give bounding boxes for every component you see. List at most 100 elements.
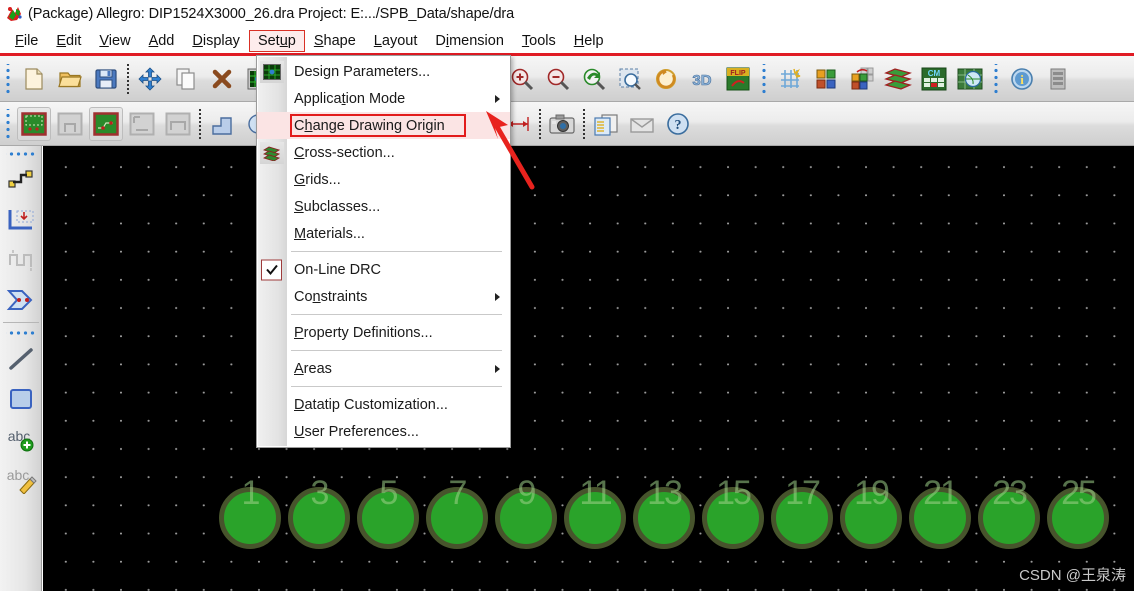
menu-item-datatip-customization[interactable]: Datatip Customization...	[257, 391, 510, 418]
shape-delete-icon[interactable]	[161, 107, 195, 141]
shape-edit-icon[interactable]	[89, 106, 123, 141]
move-icon[interactable]	[133, 62, 167, 96]
new-file-icon[interactable]	[17, 62, 51, 96]
info-icon[interactable]: i	[1005, 62, 1039, 96]
pad-label: 1	[241, 474, 261, 512]
properties-icon[interactable]	[1041, 62, 1075, 96]
shape-polygon-icon[interactable]	[205, 107, 239, 141]
menu-display[interactable]: Display	[183, 30, 249, 52]
pad-label: 21	[923, 474, 959, 512]
zoom-previous-icon[interactable]	[577, 62, 611, 96]
pad-19[interactable]: 19	[840, 476, 902, 549]
menu-item-subclasses[interactable]: Subclasses...	[257, 193, 510, 220]
design-canvas[interactable]: 1 3 5 7 9 11 13 15 17 19 21 23 25 CSDN @王泉涛	[43, 146, 1134, 591]
pad-13[interactable]: 13	[633, 476, 695, 549]
application-window: (Package) Allegro: DIP1524X3000_26.dra P…	[0, 0, 1134, 591]
3d-view-icon[interactable]: 3D	[685, 62, 719, 96]
pad-7[interactable]: 7	[426, 476, 488, 549]
checkmark-icon[interactable]	[261, 259, 282, 280]
pad-21[interactable]: 21	[909, 476, 971, 549]
menu-item-application-mode[interactable]: Application Mode	[257, 85, 510, 112]
pad-label: 11	[579, 474, 612, 512]
add-line-icon[interactable]	[3, 339, 39, 379]
pad-25[interactable]: 25	[1047, 476, 1109, 549]
open-folder-icon[interactable]	[53, 62, 87, 96]
menu-item-on-line-drc[interactable]: On-Line DRC	[257, 256, 510, 283]
menu-tools[interactable]: Tools	[513, 30, 565, 52]
pad-3[interactable]: 3	[288, 476, 350, 549]
menu-add[interactable]: Add	[140, 30, 184, 52]
cross-section-icon	[260, 141, 284, 164]
left-tool-palette: abc abc	[0, 146, 42, 591]
toolbar-grip[interactable]	[3, 63, 13, 94]
pad-label: 19	[854, 474, 890, 512]
toolbar-grip-3[interactable]	[991, 63, 1001, 94]
menu-file[interactable]: File	[6, 30, 47, 52]
menu-item-cross-section[interactable]: Cross-section...	[257, 139, 510, 166]
edit-vertex-icon[interactable]	[3, 200, 39, 240]
pad-23[interactable]: 23	[978, 476, 1040, 549]
custom-smooth-icon[interactable]	[3, 280, 39, 320]
menu-item-design-parameters[interactable]: Design Parameters...	[257, 58, 510, 85]
grid-toggle-icon[interactable]	[773, 62, 807, 96]
help-icon[interactable]: ?	[661, 107, 695, 141]
save-icon[interactable]	[89, 62, 123, 96]
delay-tune-icon[interactable]	[3, 240, 39, 280]
mail-icon[interactable]	[625, 107, 659, 141]
layer-manager-icon[interactable]	[845, 62, 879, 96]
menu-separator	[291, 350, 502, 351]
menu-setup[interactable]: Setup	[248, 30, 305, 52]
menu-item-areas[interactable]: Areas	[257, 355, 510, 382]
menu-item-label: On-Line DRC	[294, 261, 382, 278]
pad-1[interactable]: 1	[219, 476, 281, 549]
menu-view[interactable]: View	[90, 30, 139, 52]
menu-item-constraints[interactable]: Constraints	[257, 283, 510, 310]
submenu-arrow-icon	[495, 94, 500, 103]
copy-icon[interactable]	[169, 62, 203, 96]
shape-select-icon[interactable]	[53, 107, 87, 141]
allegro-app-icon	[4, 4, 24, 24]
edit-text-icon[interactable]: abc	[3, 459, 39, 499]
toolbar2-grip[interactable]	[3, 108, 13, 139]
zoom-out-icon[interactable]	[541, 62, 575, 96]
submenu-arrow-icon	[495, 364, 500, 373]
shape-void-icon[interactable]	[125, 107, 159, 141]
setup-menu-list: Design Parameters... Application Mode Chan…	[257, 58, 510, 445]
pad-15[interactable]: 15	[702, 476, 764, 549]
toolbar-grip-2[interactable]	[759, 63, 769, 94]
report-icon[interactable]	[589, 107, 623, 141]
world-view-icon[interactable]	[953, 62, 987, 96]
pad-17[interactable]: 17	[771, 476, 833, 549]
add-rect-icon[interactable]	[3, 379, 39, 419]
menu-layout[interactable]: Layout	[365, 30, 427, 52]
add-connect-icon[interactable]	[3, 160, 39, 200]
pad-9[interactable]: 9	[495, 476, 557, 549]
pad-5[interactable]: 5	[357, 476, 419, 549]
shape-add-rect-icon[interactable]	[17, 106, 51, 141]
menu-item-property-definitions[interactable]: Property Definitions...	[257, 319, 510, 346]
add-text-icon[interactable]: abc	[3, 419, 39, 459]
delete-x-icon[interactable]	[205, 62, 239, 96]
menu-edit[interactable]: Edit	[47, 30, 90, 52]
menu-item-materials[interactable]: Materials...	[257, 220, 510, 247]
left-palette-grip-1[interactable]	[5, 149, 36, 158]
color-visibility-icon[interactable]	[809, 62, 843, 96]
constraint-manager-icon[interactable]: CM	[917, 62, 951, 96]
left-palette-grip-2[interactable]	[5, 328, 36, 337]
flip-design-icon[interactable]: FLIP	[721, 62, 755, 96]
left-palette-divider	[2, 322, 39, 323]
menu-item-grids[interactable]: Grids...	[257, 166, 510, 193]
pad-11[interactable]: 11	[564, 476, 626, 549]
svg-text:3D: 3D	[692, 72, 711, 89]
subclass-stack-icon[interactable]	[881, 62, 915, 96]
snapshot-icon[interactable]	[545, 107, 579, 141]
redraw-icon[interactable]	[649, 62, 683, 96]
menu-item-user-preferences[interactable]: User Preferences...	[257, 418, 510, 445]
menu-shape[interactable]: Shape	[305, 30, 365, 52]
pad-label: 23	[992, 474, 1028, 512]
menu-help[interactable]: Help	[565, 30, 613, 52]
pad-label: 17	[785, 474, 821, 512]
menu-item-change-drawing-origin[interactable]: Change Drawing Origin	[257, 112, 510, 139]
menu-dimension[interactable]: Dimension	[426, 30, 513, 52]
zoom-selection-icon[interactable]	[613, 62, 647, 96]
